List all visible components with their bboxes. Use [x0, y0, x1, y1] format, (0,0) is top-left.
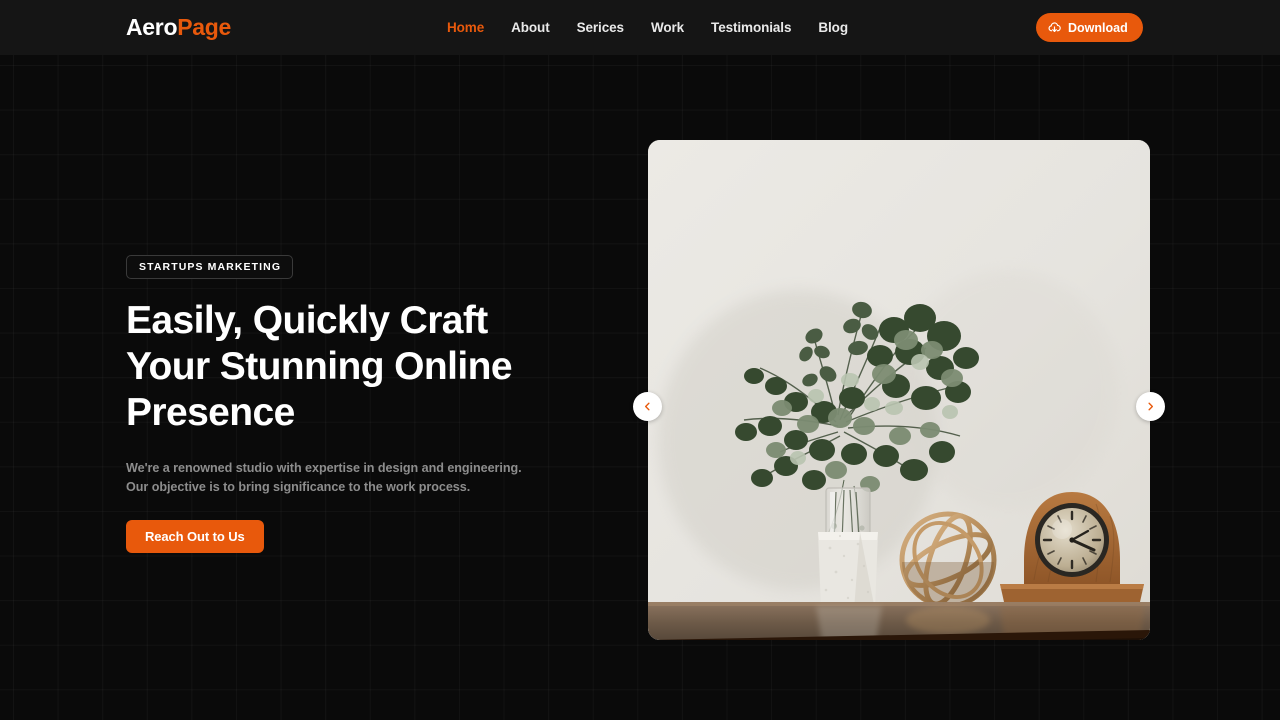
nav-item-work[interactable]: Work [651, 20, 684, 35]
cloud-download-icon [1048, 21, 1061, 34]
brand-logo[interactable]: AeroPage [126, 14, 231, 41]
hero-badge: STARTUPS MARKETING [126, 255, 294, 279]
nav-item-about[interactable]: About [511, 20, 550, 35]
slider-next-button[interactable] [1136, 392, 1165, 421]
nav-item-testimonials[interactable]: Testimonials [711, 20, 791, 35]
hero-subtitle: We're a renowned studio with expertise i… [126, 461, 522, 494]
nav-item-services[interactable]: Serices [577, 20, 624, 35]
site-header: AeroPage Home About Serices Work Testimo… [0, 0, 1280, 55]
hero-image [648, 140, 1150, 640]
slider-prev-button[interactable] [633, 392, 662, 421]
chevron-left-icon [642, 401, 653, 412]
hero-photo-illustration [648, 140, 1150, 640]
nav-item-home[interactable]: Home [447, 20, 484, 35]
hero-title: Easily, Quickly Craft Your Stunning Onli… [126, 299, 513, 434]
hero-image-slider [633, 140, 1165, 640]
download-button[interactable]: Download [1036, 13, 1143, 42]
nav-item-blog[interactable]: Blog [818, 20, 848, 35]
landing-page: AeroPage Home About Serices Work Testimo… [0, 0, 1280, 720]
brand-logo-primary: Aero [126, 14, 178, 40]
reach-out-button[interactable]: Reach Out to Us [126, 520, 264, 553]
brand-logo-accent: Page [177, 14, 231, 40]
hero-content: STARTUPS MARKETING Easily, Quickly Craft… [126, 255, 596, 553]
download-button-label: Download [1068, 20, 1128, 35]
chevron-right-icon [1145, 401, 1156, 412]
main-navigation: Home About Serices Work Testimonials Blo… [447, 20, 848, 35]
